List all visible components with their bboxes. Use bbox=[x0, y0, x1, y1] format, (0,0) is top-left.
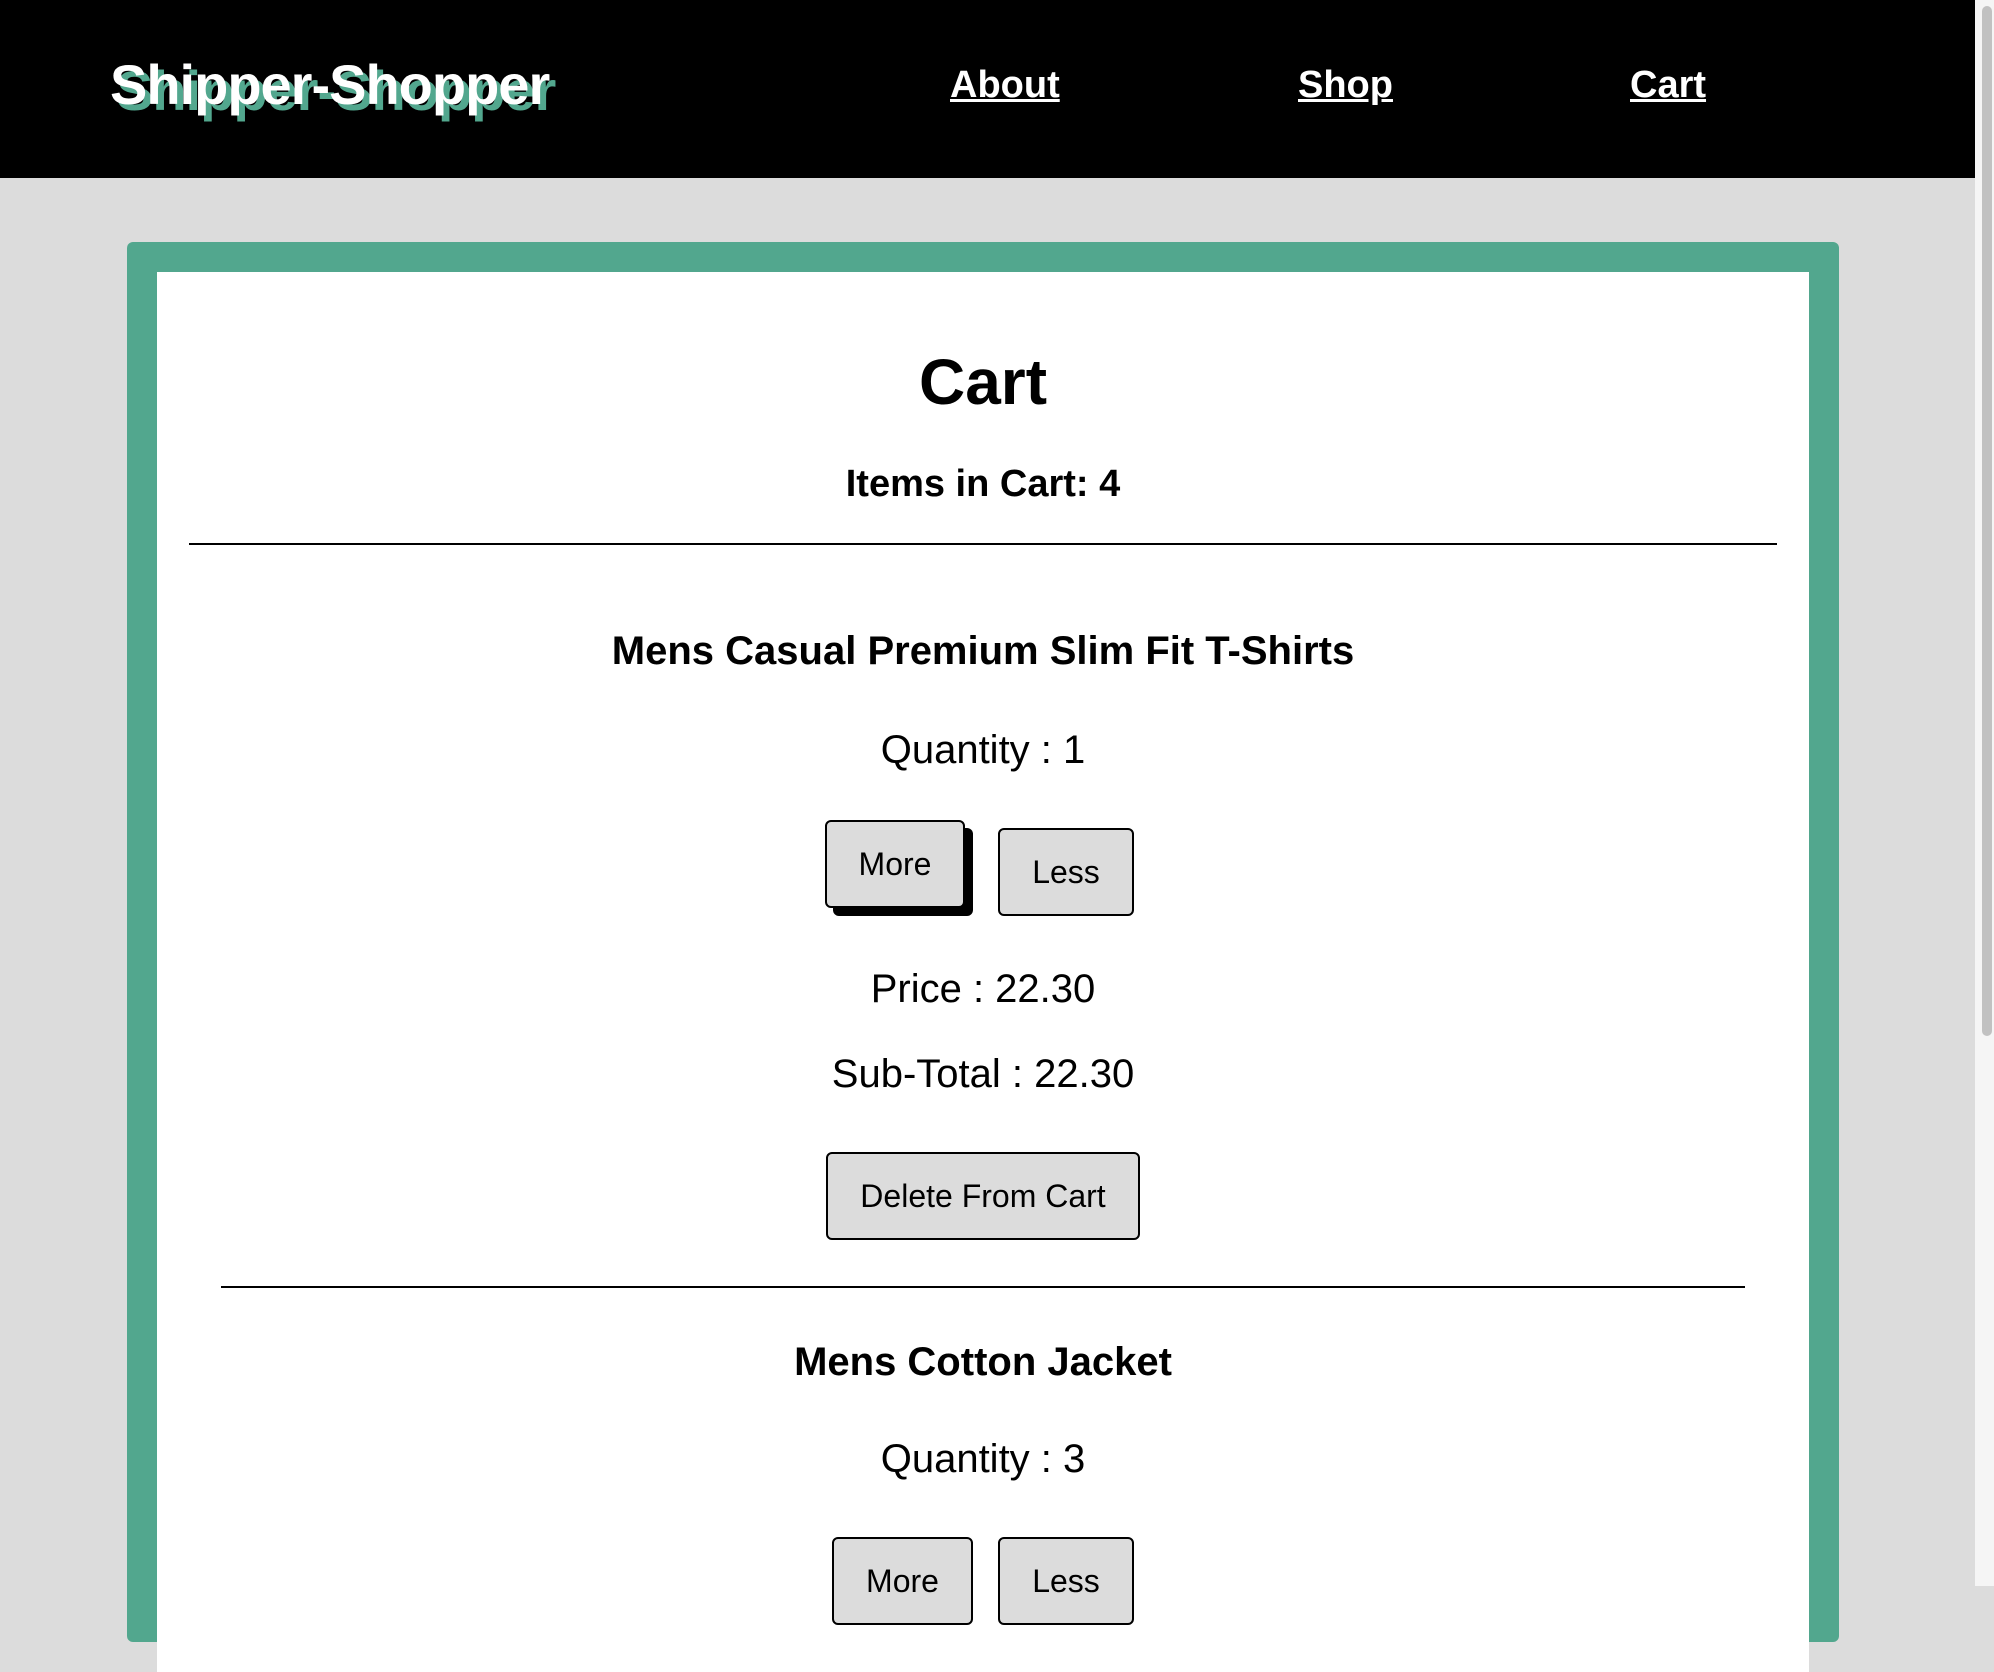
delete-from-cart-button[interactable]: Delete From Cart bbox=[826, 1152, 1140, 1240]
cart-item-name: Mens Cotton Jacket bbox=[794, 1340, 1172, 1384]
nav-about-link[interactable]: About bbox=[950, 64, 1060, 107]
nav-cart-link[interactable]: Cart bbox=[1630, 64, 1706, 107]
less-quantity-button[interactable]: Less bbox=[998, 828, 1134, 916]
scrollbar-thumb[interactable] bbox=[1982, 6, 1992, 1036]
more-quantity-button[interactable]: More bbox=[825, 820, 965, 908]
less-quantity-button[interactable]: Less bbox=[998, 1537, 1134, 1625]
site-header: Shipper-Shopper About Shop Cart bbox=[0, 0, 1975, 178]
nav-shop-link[interactable]: Shop bbox=[1298, 64, 1393, 107]
site-logo[interactable]: Shipper-Shopper bbox=[110, 52, 550, 117]
more-quantity-button[interactable]: More bbox=[832, 1537, 973, 1625]
cart-item-quantity: Quantity : 3 bbox=[880, 1437, 1086, 1481]
cart-item-name: Mens Casual Premium Slim Fit T-Shirts bbox=[611, 629, 1355, 673]
cart-item-count: Items in Cart: 4 bbox=[845, 463, 1121, 505]
cart-item-subtotal: Sub-Total : 22.30 bbox=[831, 1052, 1135, 1096]
cart-item-price: Price : 22.30 bbox=[870, 967, 1096, 1011]
item-divider bbox=[221, 1286, 1745, 1288]
page-title: Cart bbox=[918, 346, 1048, 418]
header-divider bbox=[189, 543, 1777, 545]
cart-item-quantity: Quantity : 1 bbox=[880, 728, 1086, 772]
